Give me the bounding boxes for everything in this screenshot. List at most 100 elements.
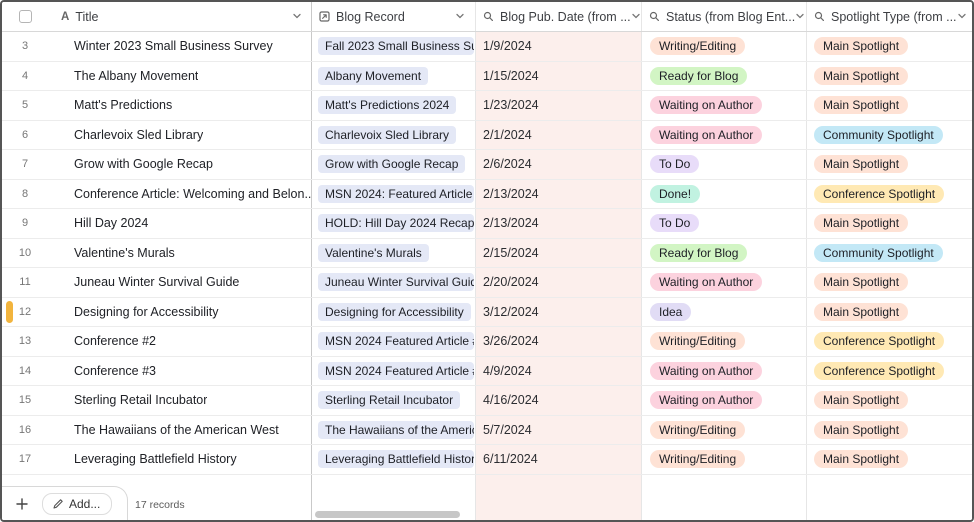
blog-record-cell[interactable]: HOLD: Hill Day 2024 Recap: [312, 209, 476, 238]
linked-record-chip[interactable]: Leveraging Battlefield History: [318, 450, 474, 468]
spotlight-cell[interactable]: Main Spotlight: [807, 298, 972, 327]
spotlight-cell[interactable]: Main Spotlight: [807, 209, 972, 238]
title-cell[interactable]: 9Hill Day 2024: [2, 209, 312, 238]
spotlight-cell[interactable]: Main Spotlight: [807, 150, 972, 179]
spotlight-pill[interactable]: Main Spotlight: [814, 67, 908, 85]
linked-record-chip[interactable]: MSN 2024: Featured Article #1: [318, 185, 474, 203]
status-pill[interactable]: Writing/Editing: [650, 37, 745, 55]
blog-record-cell[interactable]: Charlevoix Sled Library: [312, 121, 476, 150]
blog-record-cell[interactable]: Leveraging Battlefield History: [312, 445, 476, 474]
chevron-down-icon[interactable]: [292, 8, 302, 26]
linked-record-chip[interactable]: Designing for Accessibility: [318, 303, 471, 321]
status-cell[interactable]: Waiting on Author: [642, 386, 807, 415]
blog-record-cell[interactable]: Albany Movement: [312, 62, 476, 91]
pub-date-cell[interactable]: 6/11/2024: [476, 445, 642, 474]
blog-record-cell[interactable]: The Hawaiians of the American West: [312, 416, 476, 445]
empty-date-cell[interactable]: [476, 475, 642, 521]
chevron-down-icon[interactable]: [957, 8, 967, 26]
title-cell[interactable]: 13Conference #2: [2, 327, 312, 356]
status-pill[interactable]: To Do: [650, 214, 699, 232]
status-cell[interactable]: Ready for Blog: [642, 62, 807, 91]
spotlight-pill[interactable]: Main Spotlight: [814, 96, 908, 114]
blog-record-cell[interactable]: MSN 2024 Featured Article #3: [312, 357, 476, 386]
title-cell[interactable]: 3Winter 2023 Small Business Survey: [2, 32, 312, 61]
linked-record-chip[interactable]: MSN 2024 Featured Article #3: [318, 362, 474, 380]
title-cell[interactable]: 12Designing for Accessibility: [2, 298, 312, 327]
add-row-button[interactable]: [15, 497, 29, 511]
spotlight-pill[interactable]: Main Spotlight: [814, 155, 908, 173]
title-cell[interactable]: 6Charlevoix Sled Library: [2, 121, 312, 150]
spotlight-pill[interactable]: Main Spotlight: [814, 391, 908, 409]
status-cell[interactable]: Writing/Editing: [642, 416, 807, 445]
linked-record-chip[interactable]: Albany Movement: [318, 67, 428, 85]
title-cell[interactable]: 17Leveraging Battlefield History: [2, 445, 312, 474]
status-pill[interactable]: Waiting on Author: [650, 273, 762, 291]
title-cell[interactable]: 8Conference Article: Welcoming and Belon…: [2, 180, 312, 209]
pub-date-cell[interactable]: 4/16/2024: [476, 386, 642, 415]
header-spotlight-type-column[interactable]: Spotlight Type (from ...: [807, 2, 972, 31]
pub-date-cell[interactable]: 5/7/2024: [476, 416, 642, 445]
status-pill[interactable]: Waiting on Author: [650, 391, 762, 409]
status-pill[interactable]: Waiting on Author: [650, 126, 762, 144]
status-pill[interactable]: Writing/Editing: [650, 332, 745, 350]
linked-record-chip[interactable]: Matt's Predictions 2024: [318, 96, 456, 114]
horizontal-scrollbar[interactable]: [315, 511, 460, 518]
spotlight-cell[interactable]: Community Spotlight: [807, 239, 972, 268]
pub-date-cell[interactable]: 3/12/2024: [476, 298, 642, 327]
empty-status-cell[interactable]: [642, 475, 807, 521]
title-cell[interactable]: 15Sterling Retail Incubator: [2, 386, 312, 415]
linked-record-chip[interactable]: Juneau Winter Survival Guide: [318, 273, 474, 291]
status-cell[interactable]: Writing/Editing: [642, 327, 807, 356]
select-all-checkbox[interactable]: [19, 10, 32, 23]
header-pub-date-column[interactable]: Blog Pub. Date (from ...: [476, 2, 642, 31]
pub-date-cell[interactable]: 2/13/2024: [476, 209, 642, 238]
title-cell[interactable]: 4The Albany Movement: [2, 62, 312, 91]
spotlight-cell[interactable]: Main Spotlight: [807, 268, 972, 297]
linked-record-chip[interactable]: Grow with Google Recap: [318, 155, 465, 173]
spotlight-cell[interactable]: Main Spotlight: [807, 32, 972, 61]
blog-record-cell[interactable]: Valentine's Murals: [312, 239, 476, 268]
spotlight-cell[interactable]: Main Spotlight: [807, 386, 972, 415]
title-cell[interactable]: 14Conference #3: [2, 357, 312, 386]
status-cell[interactable]: Waiting on Author: [642, 268, 807, 297]
header-title-column[interactable]: A Title: [2, 2, 312, 31]
spotlight-cell[interactable]: Conference Spotlight: [807, 357, 972, 386]
spotlight-pill[interactable]: Main Spotlight: [814, 303, 908, 321]
pub-date-cell[interactable]: 2/6/2024: [476, 150, 642, 179]
spotlight-cell[interactable]: Main Spotlight: [807, 416, 972, 445]
spotlight-pill[interactable]: Community Spotlight: [814, 244, 943, 262]
status-cell[interactable]: Writing/Editing: [642, 32, 807, 61]
blog-record-cell[interactable]: Fall 2023 Small Business Survey: [312, 32, 476, 61]
linked-record-chip[interactable]: HOLD: Hill Day 2024 Recap: [318, 214, 474, 232]
blog-record-cell[interactable]: Juneau Winter Survival Guide: [312, 268, 476, 297]
spotlight-pill[interactable]: Main Spotlight: [814, 273, 908, 291]
status-pill[interactable]: Ready for Blog: [650, 67, 747, 85]
pub-date-cell[interactable]: 1/23/2024: [476, 91, 642, 120]
spotlight-pill[interactable]: Main Spotlight: [814, 214, 908, 232]
spotlight-pill[interactable]: Conference Spotlight: [814, 185, 944, 203]
chevron-down-icon[interactable]: [455, 8, 465, 26]
add-button[interactable]: Add...: [42, 493, 112, 515]
status-cell[interactable]: To Do: [642, 150, 807, 179]
status-pill[interactable]: Ready for Blog: [650, 244, 747, 262]
linked-record-chip[interactable]: Sterling Retail Incubator: [318, 391, 460, 409]
header-status-column[interactable]: Status (from Blog Ent...: [642, 2, 807, 31]
title-cell[interactable]: 5Matt's Predictions: [2, 91, 312, 120]
chevron-down-icon[interactable]: [631, 8, 641, 26]
status-cell[interactable]: Ready for Blog: [642, 239, 807, 268]
status-cell[interactable]: Waiting on Author: [642, 357, 807, 386]
title-cell[interactable]: 7Grow with Google Recap: [2, 150, 312, 179]
chevron-down-icon[interactable]: [795, 8, 805, 26]
blog-record-cell[interactable]: Designing for Accessibility: [312, 298, 476, 327]
spotlight-pill[interactable]: Conference Spotlight: [814, 332, 944, 350]
spotlight-pill[interactable]: Main Spotlight: [814, 421, 908, 439]
status-cell[interactable]: Idea: [642, 298, 807, 327]
status-cell[interactable]: Waiting on Author: [642, 121, 807, 150]
spotlight-pill[interactable]: Main Spotlight: [814, 37, 908, 55]
spotlight-cell[interactable]: Community Spotlight: [807, 121, 972, 150]
title-cell[interactable]: 10Valentine's Murals: [2, 239, 312, 268]
status-pill[interactable]: To Do: [650, 155, 699, 173]
title-cell[interactable]: 11Juneau Winter Survival Guide: [2, 268, 312, 297]
status-pill[interactable]: Writing/Editing: [650, 450, 745, 468]
status-pill[interactable]: Done!: [650, 185, 700, 203]
